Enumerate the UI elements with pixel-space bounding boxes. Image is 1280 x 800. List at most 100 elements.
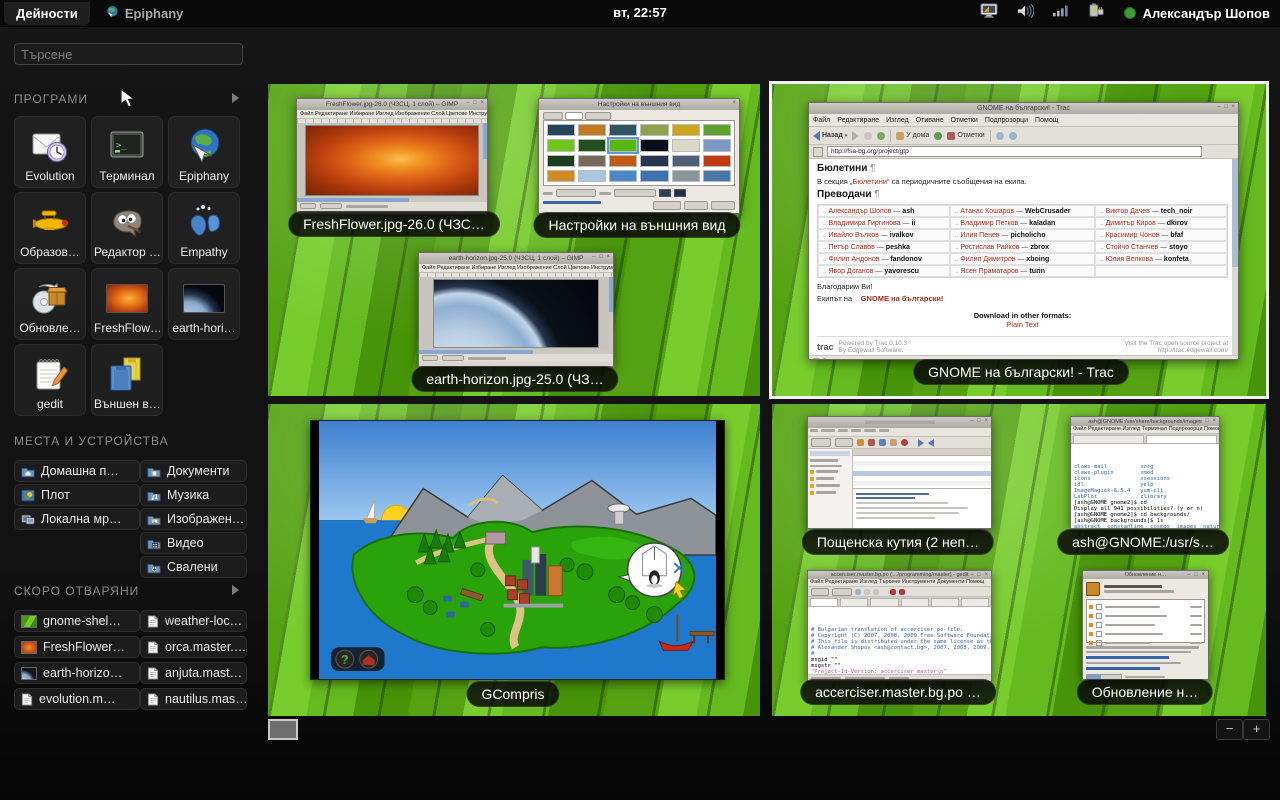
- recent-item-anjuta[interactable]: anjuta.mast…: [140, 662, 247, 684]
- menu-item[interactable]: Отметки: [951, 117, 978, 124]
- recent-item-orca[interactable]: orca.master.…: [140, 636, 247, 658]
- app-tile-earthhorizon[interactable]: earth-hori…: [168, 268, 240, 340]
- window-gcompris[interactable]: ?: [310, 420, 725, 680]
- place-item-network[interactable]: Локална мр…: [14, 508, 140, 530]
- menu-item[interactable]: Изглед: [886, 117, 909, 124]
- translator-nick: peshka: [875, 244, 910, 251]
- workspace-indicator[interactable]: [268, 719, 298, 740]
- place-item-desktop[interactable]: Плот: [14, 484, 140, 506]
- page-heading-translators: Преводачи ¶: [817, 189, 1228, 200]
- recent-item-nautilus[interactable]: nautilus.mas…: [140, 688, 247, 710]
- url-input[interactable]: http://fsa-bg.org/project/gtp: [827, 146, 1202, 157]
- window-terminal[interactable]: ash@GNOME:/usr/share/backgrounds/images–…: [1070, 416, 1220, 529]
- translator-name-link[interactable]: Ростислав Райков: [954, 244, 1020, 251]
- app-tile-epiphany[interactable]: Epiphany: [168, 116, 240, 188]
- window-appearance-preferences[interactable]: Настройки на външния вид×: [538, 98, 740, 214]
- page-scrollbar[interactable]: [1232, 159, 1238, 355]
- translator-nick: zbrox: [1019, 244, 1049, 251]
- translator-name-link[interactable]: Юлия Велкова: [1099, 256, 1153, 263]
- zoom-out-icon[interactable]: [1009, 132, 1017, 140]
- history-button[interactable]: [934, 132, 942, 140]
- window-gimp-earthhorizon[interactable]: earth-horizon.jpg-25.0 (ЧЗСЦ, 1 слой) – …: [418, 252, 614, 367]
- app-menu-button[interactable]: Epiphany: [104, 4, 184, 23]
- wallpaper-tile: [578, 170, 606, 182]
- app-tile-freshflower[interactable]: FreshFlow…: [91, 268, 163, 340]
- app-tile-appearance[interactable]: Външен в…: [91, 344, 163, 416]
- place-item-music[interactable]: Музика: [140, 484, 247, 506]
- translator-name-link[interactable]: Илия Пенев: [954, 232, 1000, 239]
- translator-name-link[interactable]: Димитър Киров: [1099, 220, 1156, 227]
- appearance-link-buttons: [543, 201, 735, 210]
- translator-nick: kaladan: [1018, 220, 1055, 227]
- translator-name-link[interactable]: Атанас Кошаров: [954, 208, 1014, 215]
- terminal-output: claws-mail xorgclaws-plugin xmodicons xs…: [1071, 444, 1219, 529]
- translator-name-link[interactable]: Виктор Дачев: [1099, 208, 1150, 215]
- plain-text-link[interactable]: Plain Text: [1006, 320, 1038, 329]
- documents-folder-icon: [147, 465, 161, 478]
- window-gedit[interactable]: accerciser.master.bg.po (…/programming/m…: [807, 570, 992, 682]
- translator-name-link[interactable]: Стойчо Станчев: [1099, 244, 1158, 251]
- home-button[interactable]: У дома: [896, 132, 929, 140]
- recent-item-evolution-file[interactable]: evolution.m…: [14, 688, 140, 710]
- app-tile-gedit[interactable]: gedit: [14, 344, 86, 416]
- clock[interactable]: вт, 22:57: [613, 5, 667, 20]
- forward-button[interactable]: [852, 131, 859, 141]
- app-tile-gcompris[interactable]: Образов…: [14, 192, 86, 264]
- evolution-right-pane: [853, 449, 991, 529]
- flower-thumbnail-icon: [21, 641, 37, 654]
- zoom-in-icon[interactable]: [996, 132, 1004, 140]
- translator-name-link[interactable]: Ясен Праматаров: [954, 268, 1019, 275]
- place-item-home[interactable]: Домашна п…: [14, 460, 140, 482]
- search-input[interactable]: [14, 43, 243, 65]
- app-tile-evolution[interactable]: Evolution: [14, 116, 86, 188]
- programs-expand-icon[interactable]: [232, 93, 239, 103]
- network-signal-icon[interactable]: [1052, 3, 1070, 24]
- recent-item-earthhorizon[interactable]: earth-horizo…: [14, 662, 140, 684]
- place-item-pictures[interactable]: Изображен…: [140, 508, 247, 530]
- menu-item[interactable]: Помощ: [1035, 117, 1058, 124]
- add-workspace-button[interactable]: +: [1243, 719, 1270, 740]
- window-evolution-mail[interactable]: – □ ×: [807, 416, 992, 529]
- translator-name-link[interactable]: Филип Андонов: [822, 256, 879, 263]
- window-gimp-freshflower[interactable]: FreshFlower.jpg-26.0 (ЧЗСЦ, 1 слой) – GI…: [296, 98, 488, 215]
- place-item-downloads[interactable]: Свалени: [140, 556, 247, 578]
- window-update-manager[interactable]: Обновление н…– □ ×: [1082, 570, 1209, 680]
- back-button[interactable]: Назад▾: [813, 131, 847, 141]
- translator-name-link[interactable]: Владимира Гиргинова: [822, 220, 901, 227]
- bulletins-link[interactable]: Бюлетини: [852, 177, 887, 186]
- recent-item-weather[interactable]: weather-loc…: [140, 610, 247, 632]
- menu-item[interactable]: Отиване: [916, 117, 944, 124]
- menu-item[interactable]: Редактиране: [837, 117, 879, 124]
- user-menu[interactable]: Александър Шопов: [1124, 6, 1270, 21]
- recent-item-freshflower[interactable]: FreshFlower…: [14, 636, 140, 658]
- page-footer: trac Powered by Trac 0.10.3By Edgewall S…: [817, 336, 1228, 354]
- team-link[interactable]: GNOME на български!: [854, 294, 943, 303]
- remove-workspace-button[interactable]: −: [1216, 719, 1243, 740]
- translator-name-link[interactable]: Явор Доганов: [822, 268, 873, 275]
- translator-name-link[interactable]: Филип Димитров: [954, 256, 1016, 263]
- window-epiphany-browser[interactable]: GNOME на български! - Trac– □ × ФайлРеда…: [808, 102, 1239, 360]
- menu-item[interactable]: Файл: [813, 117, 830, 124]
- translator-name-link[interactable]: Петър Славов: [822, 244, 875, 251]
- recent-expand-icon[interactable]: [232, 585, 239, 595]
- stop-button[interactable]: [864, 132, 872, 140]
- translator-name-link[interactable]: Красимир Чонов: [1099, 232, 1159, 239]
- app-tile-empathy[interactable]: Empathy: [168, 192, 240, 264]
- app-tile-updates[interactable]: Обновле…: [14, 268, 86, 340]
- translator-name-link[interactable]: Ивайло Вълков: [822, 232, 879, 239]
- activities-button[interactable]: Дейности: [4, 2, 90, 25]
- menu-item[interactable]: Подпрозорци: [985, 117, 1028, 124]
- reload-button[interactable]: [877, 132, 885, 140]
- app-tile-gimp[interactable]: Редактор …: [91, 192, 163, 264]
- volume-icon[interactable]: [1016, 3, 1034, 24]
- display-icon[interactable]: [980, 3, 998, 24]
- translator-name-link[interactable]: Владимир Петков: [954, 220, 1018, 227]
- battery-icon[interactable]: [1088, 3, 1106, 24]
- place-item-documents[interactable]: Документи: [140, 460, 247, 482]
- bookmarks-button[interactable]: Отметки: [947, 132, 984, 140]
- recent-item-gnome-shell[interactable]: gnome-shel…: [14, 610, 140, 632]
- place-item-videos[interactable]: Видео: [140, 532, 247, 554]
- app-tile-terminal[interactable]: >_ Терминал: [91, 116, 163, 188]
- go-button[interactable]: Отиване: [1206, 148, 1234, 155]
- translator-name-link[interactable]: Александър Шопов: [822, 208, 891, 215]
